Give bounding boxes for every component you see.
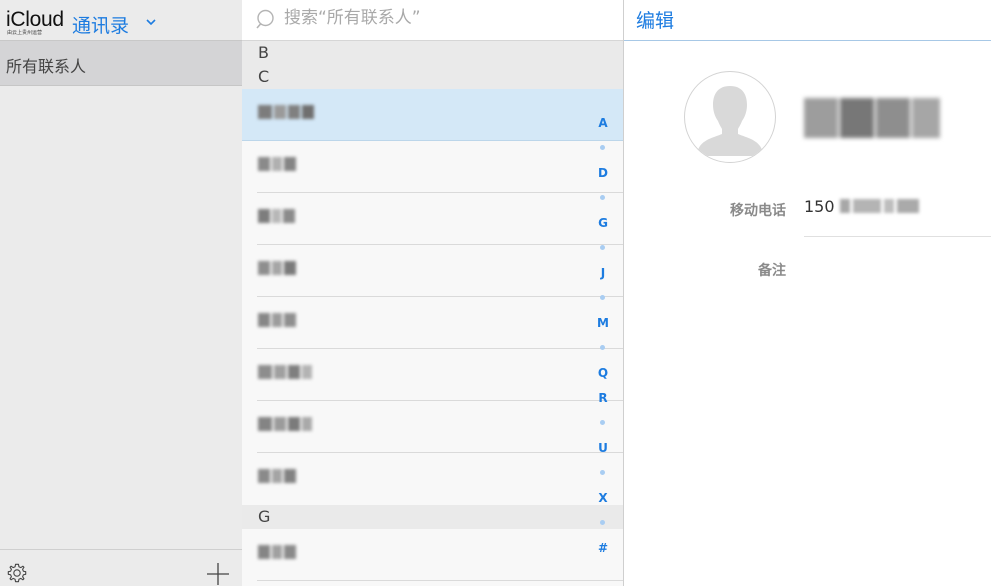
index-letter-j[interactable]: J bbox=[592, 266, 614, 280]
index-dot bbox=[600, 145, 605, 150]
search-bar bbox=[242, 0, 623, 41]
contact-detail: 编辑 移动电话 150 备注 bbox=[624, 0, 991, 586]
index-dot bbox=[600, 470, 605, 475]
contact-name-blurred bbox=[258, 261, 298, 279]
index-letter-hash[interactable]: # bbox=[592, 541, 614, 555]
index-dot bbox=[600, 345, 605, 350]
section-letter: B bbox=[258, 43, 269, 62]
contact-name-blurred bbox=[258, 105, 316, 123]
index-letter-a[interactable]: A bbox=[592, 116, 614, 130]
index-letter-m[interactable]: M bbox=[592, 316, 614, 330]
notes-label: 备注 bbox=[758, 263, 786, 279]
search-icon bbox=[256, 9, 274, 29]
contact-name-blurred bbox=[258, 469, 298, 487]
index-letter-g[interactable]: G bbox=[592, 216, 614, 230]
index-dot bbox=[600, 420, 605, 425]
mobile-phone-label: 移动电话 bbox=[730, 203, 786, 219]
person-silhouette-icon bbox=[684, 71, 776, 163]
index-letter-q[interactable]: Q bbox=[592, 366, 614, 380]
contact-row[interactable] bbox=[242, 529, 623, 581]
plus-icon[interactable] bbox=[206, 562, 230, 586]
index-letter-x[interactable]: X bbox=[592, 491, 614, 505]
contact-name-blurred bbox=[258, 313, 298, 331]
index-letter-u[interactable]: U bbox=[592, 441, 614, 455]
index-dot bbox=[600, 295, 605, 300]
contact-name-blurred bbox=[258, 545, 298, 563]
contact-row[interactable] bbox=[242, 141, 623, 193]
section-letter: G bbox=[258, 507, 271, 526]
index-dot bbox=[600, 245, 605, 250]
index-letter-d[interactable]: D bbox=[592, 166, 614, 180]
contact-row[interactable] bbox=[242, 453, 623, 505]
contact-name-blurred bbox=[258, 209, 297, 227]
contact-row[interactable] bbox=[242, 193, 623, 245]
section-header-g: G bbox=[242, 505, 623, 530]
app-switcher-title[interactable]: 通讯录 bbox=[72, 11, 129, 38]
contact-row[interactable] bbox=[242, 89, 623, 141]
index-dot bbox=[600, 520, 605, 525]
contact-list: B C bbox=[242, 0, 624, 586]
detail-toolbar: 编辑 bbox=[624, 0, 991, 41]
alphabet-index[interactable]: A D G J M Q R U X # bbox=[592, 116, 614, 556]
edit-button[interactable]: 编辑 bbox=[636, 6, 674, 33]
gear-icon[interactable] bbox=[6, 562, 28, 584]
contact-name-blurred bbox=[258, 157, 298, 175]
section-header-c: C bbox=[242, 65, 623, 90]
contact-row[interactable] bbox=[242, 401, 623, 453]
contact-row[interactable] bbox=[242, 349, 623, 401]
row-divider bbox=[257, 580, 623, 581]
section-header-b: B bbox=[242, 41, 623, 66]
phone-number-blurred bbox=[840, 199, 922, 215]
brand-operator-text: 由云上贵州运营 bbox=[7, 30, 43, 36]
contact-row[interactable] bbox=[242, 245, 623, 297]
search-input[interactable] bbox=[282, 6, 606, 30]
contacts-app: iCloud 由云上贵州运营 通讯录 所有联系人 搜索“所有联系人” B C G… bbox=[0, 0, 991, 586]
contact-name-blurred bbox=[804, 98, 942, 140]
sidebar-footer bbox=[0, 549, 242, 586]
sidebar-item-label: 所有联系人 bbox=[6, 57, 87, 76]
mobile-phone-value[interactable]: 150 bbox=[804, 197, 835, 216]
index-dot bbox=[600, 195, 605, 200]
chevron-down-icon[interactable] bbox=[146, 18, 156, 26]
field-divider bbox=[804, 236, 991, 237]
contact-name-blurred bbox=[258, 365, 314, 383]
contact-name-blurred bbox=[258, 417, 314, 435]
index-letter-r[interactable]: R bbox=[592, 391, 614, 405]
section-letter: C bbox=[258, 67, 270, 86]
contact-row[interactable] bbox=[242, 297, 623, 349]
sidebar-item-all-contacts[interactable]: 所有联系人 bbox=[0, 41, 242, 86]
sidebar: iCloud 由云上贵州运营 通讯录 所有联系人 bbox=[0, 0, 243, 586]
